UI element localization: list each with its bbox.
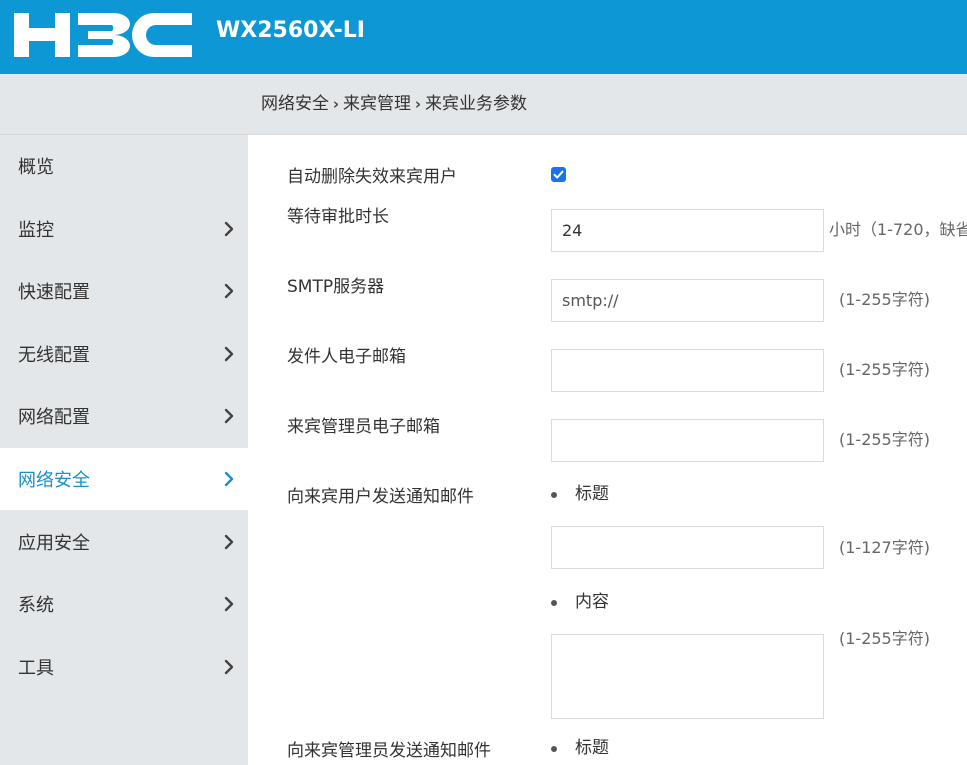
notify-admin-label: 向来宾管理员发送通知邮件: [287, 741, 491, 761]
bullet-icon: [551, 492, 557, 498]
sidebar-item-label: 监控: [18, 220, 54, 241]
chevron-right-icon: [222, 283, 236, 299]
chevron-right-icon: [222, 346, 236, 362]
chevron-right-icon: [222, 221, 236, 237]
notify-admin-subject-label: 标题: [575, 738, 609, 758]
sidebar-item-label: 无线配置: [18, 345, 90, 366]
breadcrumb-separator-icon: ›: [332, 95, 340, 113]
sidebar-item-overview[interactable]: 概览: [0, 135, 248, 197]
auto-delete-label: 自动删除失效来宾用户: [287, 167, 457, 187]
sidebar-item-label: 网络安全: [18, 470, 90, 491]
sidebar-item-label: 应用安全: [18, 533, 90, 554]
admin-email-input[interactable]: [551, 419, 824, 462]
breadcrumb-separator-icon: ›: [414, 95, 422, 113]
notify-guest-body-hint: (1-255字符): [839, 629, 930, 648]
sidebar-item-app-security[interactable]: 应用安全: [0, 511, 248, 573]
admin-email-label: 来宾管理员电子邮箱: [287, 417, 440, 437]
sidebar: 概览 监控 快速配置 无线配置 网络配置 网络安全 应用安全 系统 工具: [0, 135, 248, 765]
notify-guest-subject-input[interactable]: [551, 526, 824, 569]
wait-time-label: 等待审批时长: [287, 207, 389, 227]
sidebar-item-network-config[interactable]: 网络配置: [0, 385, 248, 447]
chevron-right-icon: [222, 408, 236, 424]
sender-email-input[interactable]: [551, 349, 824, 392]
sidebar-item-quick-config[interactable]: 快速配置: [0, 260, 248, 322]
top-header: WX2560X-LI: [0, 0, 967, 74]
device-model: WX2560X-LI: [216, 18, 365, 43]
sidebar-item-tools[interactable]: 工具: [0, 636, 248, 698]
auto-delete-checkbox[interactable]: [551, 167, 566, 182]
h3c-logo: [14, 13, 192, 57]
notify-guest-subject-label: 标题: [575, 484, 609, 504]
bullet-icon: [551, 746, 557, 752]
sidebar-item-network-security[interactable]: 网络安全: [0, 448, 248, 510]
sidebar-item-wireless-config[interactable]: 无线配置: [0, 323, 248, 385]
sidebar-item-label: 快速配置: [18, 282, 90, 303]
sender-email-hint: (1-255字符): [839, 360, 930, 379]
chevron-right-icon: [222, 659, 236, 675]
breadcrumb-item-current: 来宾业务参数: [425, 94, 527, 114]
sidebar-item-label: 工具: [18, 658, 54, 679]
breadcrumb-item[interactable]: 来宾管理: [343, 94, 411, 114]
admin-email-hint: (1-255字符): [839, 430, 930, 449]
chevron-right-icon: [222, 471, 236, 487]
sidebar-item-monitor[interactable]: 监控: [0, 198, 248, 260]
smtp-server-input[interactable]: smtp://: [551, 279, 824, 322]
sidebar-item-label: 概览: [18, 157, 54, 178]
bullet-icon: [551, 600, 557, 606]
chevron-right-icon: [222, 596, 236, 612]
notify-guest-body-textarea[interactable]: [551, 634, 824, 719]
wait-time-input[interactable]: 24: [551, 209, 824, 252]
sidebar-item-label: 系统: [18, 595, 54, 616]
notify-guest-subject-hint: (1-127字符): [839, 538, 930, 557]
breadcrumb: 网络安全 › 来宾管理 › 来宾业务参数: [261, 93, 527, 115]
sidebar-item-system[interactable]: 系统: [0, 573, 248, 635]
sender-email-label: 发件人电子邮箱: [287, 347, 406, 367]
guest-params-form: 自动删除失效来宾用户 等待审批时长 24 小时（1-720，缺省 SMTP服务器…: [248, 135, 967, 765]
breadcrumb-bar: 网络安全 › 来宾管理 › 来宾业务参数: [0, 74, 967, 135]
notify-guest-label: 向来宾用户发送通知邮件: [287, 487, 474, 507]
breadcrumb-item[interactable]: 网络安全: [261, 94, 329, 114]
chevron-right-icon: [222, 534, 236, 550]
sidebar-item-label: 网络配置: [18, 407, 90, 428]
resize-grip-icon[interactable]: [811, 706, 821, 716]
wait-time-hint: 小时（1-720，缺省: [829, 220, 967, 239]
notify-guest-body-label: 内容: [575, 592, 609, 612]
smtp-server-label: SMTP服务器: [287, 277, 385, 297]
smtp-server-hint: (1-255字符): [839, 290, 930, 309]
